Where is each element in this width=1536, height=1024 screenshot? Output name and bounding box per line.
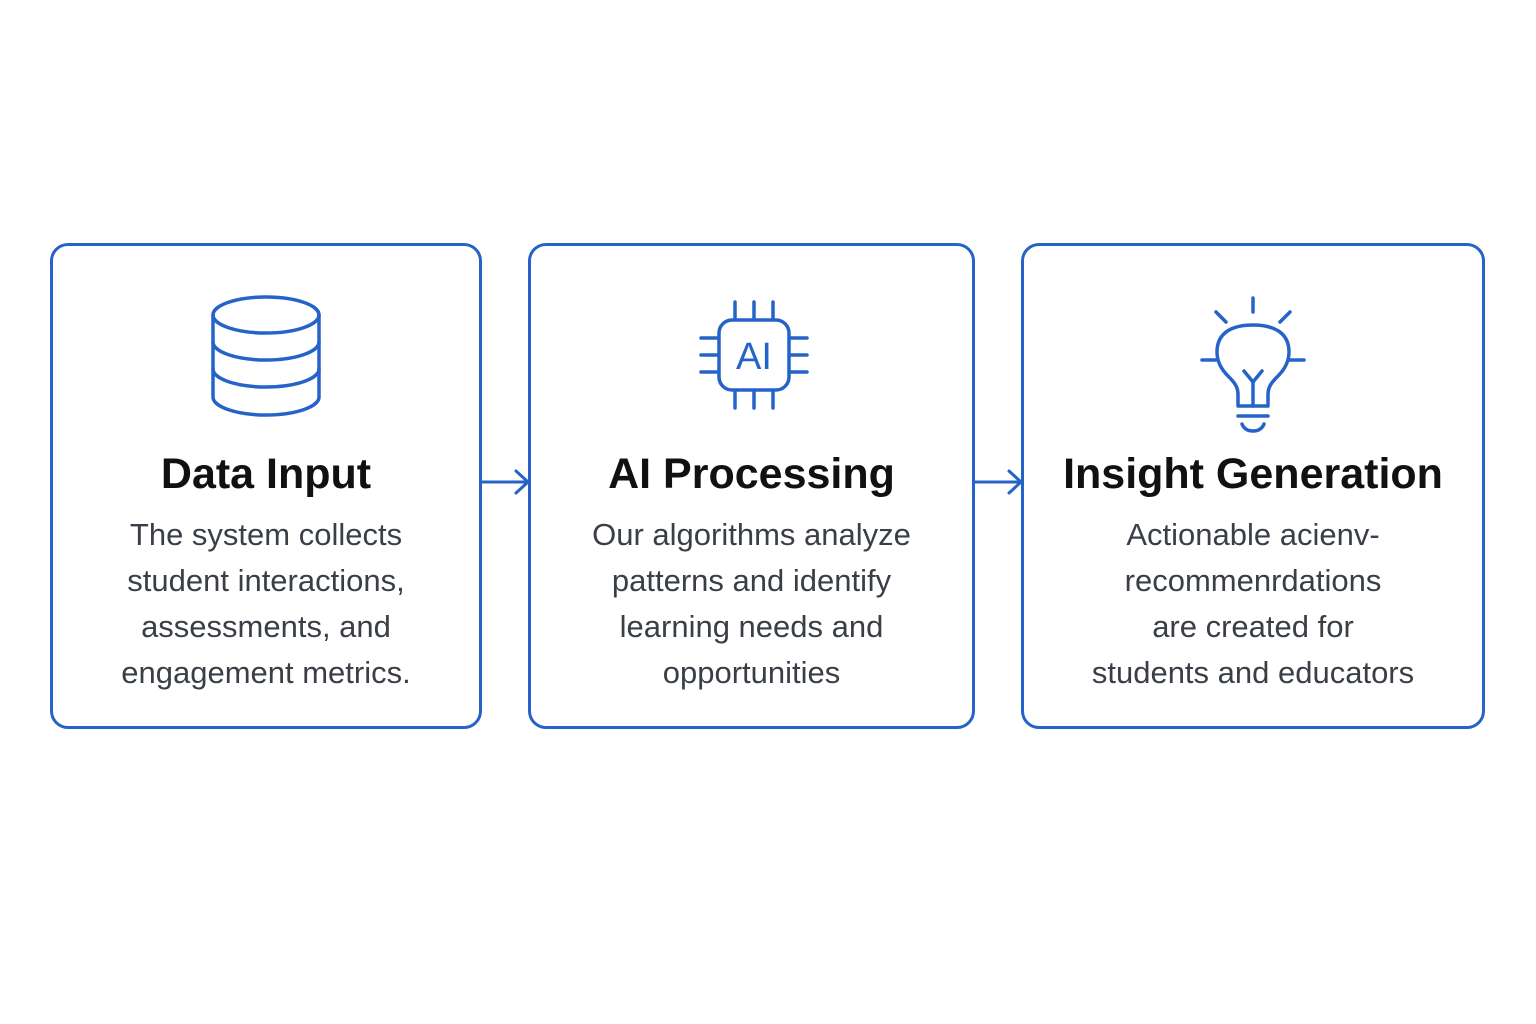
ai-chip-icon: AI <box>677 290 827 440</box>
description-line: Actionable acienv- <box>1126 517 1380 552</box>
description-line: student interactions, <box>127 563 405 598</box>
description-line: engagement metrics. <box>121 655 411 690</box>
database-icon <box>191 290 341 440</box>
description-line: opportunities <box>662 655 841 690</box>
description-line: patterns and identify <box>611 563 892 598</box>
process-flow-diagram: Data Input The system collects student i… <box>0 0 1536 1024</box>
step-description: Actionable acienv- recommenrdations are … <box>1034 512 1472 696</box>
arrow-right-icon <box>973 466 1025 498</box>
step-title: AI Processing <box>608 450 895 498</box>
description-line: recommenrdations <box>1124 563 1382 598</box>
step-description: Our algorithms analyze patterns and iden… <box>541 512 962 696</box>
lightbulb-icon <box>1178 290 1328 440</box>
description-line: Our algorithms analyze <box>592 517 911 552</box>
description-line: students and educators <box>1091 655 1415 690</box>
step-card-data-input: Data Input The system collects student i… <box>50 243 482 729</box>
chip-label: AI <box>736 336 772 378</box>
arrow-right-icon <box>480 466 532 498</box>
step-card-insight-generation: Insight Generation Actionable acienv- re… <box>1021 243 1485 729</box>
step-title: Insight Generation <box>1063 450 1443 498</box>
step-card-ai-processing: AI AI Processing Our algorithms analyze … <box>528 243 975 729</box>
description-line: learning needs and <box>619 609 884 644</box>
step-title: Data Input <box>160 450 372 498</box>
description-line: assessments, and <box>141 609 391 644</box>
description-line: are created for <box>1152 609 1354 644</box>
description-line: The system collects <box>129 517 403 552</box>
step-description: The system collects student interactions… <box>63 512 469 696</box>
